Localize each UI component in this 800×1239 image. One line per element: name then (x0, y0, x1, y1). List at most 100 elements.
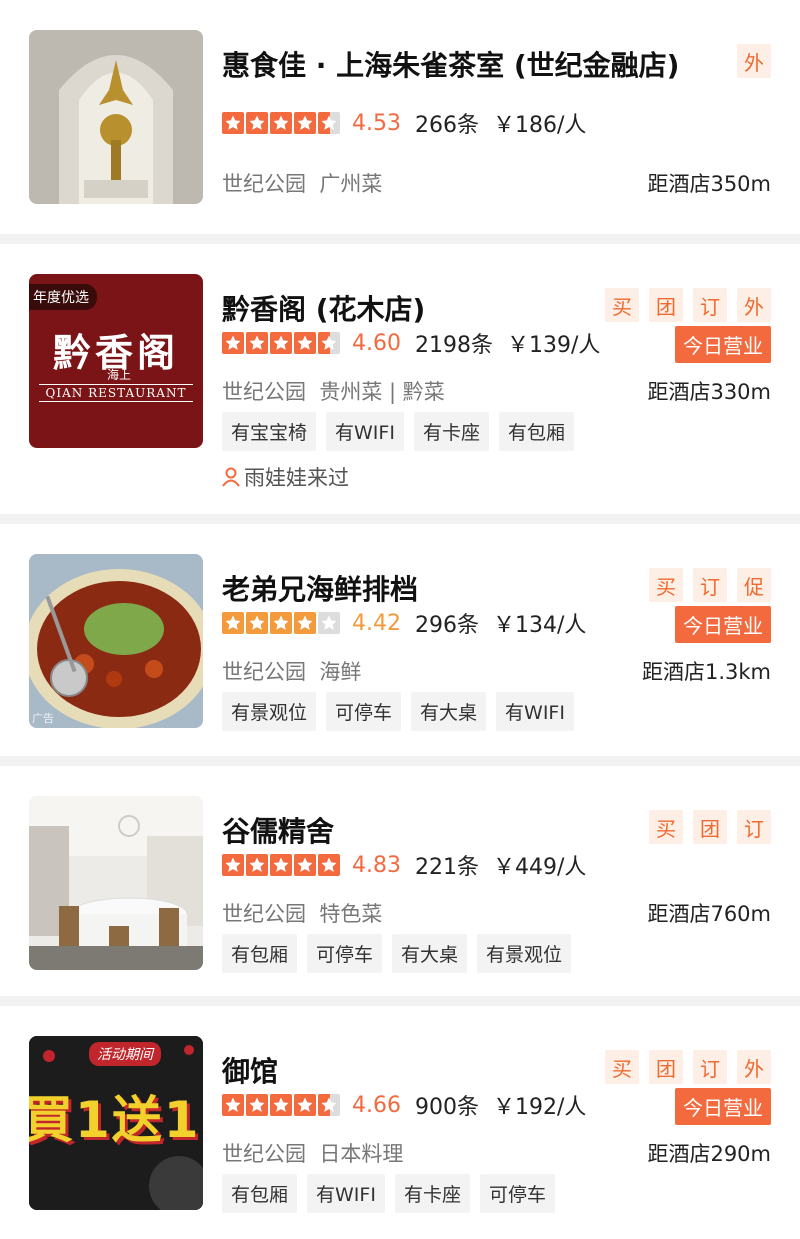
service-badges: 买 团 订 外 (605, 288, 771, 322)
feature-tag: 有景观位 (477, 934, 572, 973)
visited-by: 雨娃娃来过 (222, 462, 349, 492)
star-icon (294, 112, 316, 134)
avg-price: ￥192/人 (492, 1095, 587, 1120)
star-icon (270, 612, 292, 634)
feature-tag: 可停车 (307, 934, 383, 973)
area-label: 世纪公园 (222, 660, 306, 684)
distance-label: 距酒店350m (647, 172, 771, 196)
cuisine-label: 广州菜 (319, 172, 383, 196)
feature-tag: 有WIFI (307, 1174, 385, 1213)
feature-tag: 有宝宝椅 (222, 412, 317, 451)
thumb-logo-sub: 海上 (107, 368, 132, 382)
star-rating (222, 332, 340, 354)
restaurant-thumbnail[interactable]: 广告 (29, 554, 203, 728)
service-badges: 买 团 订 外 (605, 1050, 771, 1084)
restaurant-name[interactable]: 老弟兄海鲜排档 (222, 568, 418, 608)
review-count: 296条 (414, 613, 479, 638)
location-row: 世纪公园 海鲜 (222, 656, 361, 686)
star-icon (246, 332, 268, 354)
avg-price: ￥139/人 (506, 333, 601, 358)
watermark: FLYERT 飞客 (622, 1193, 780, 1218)
star-icon (294, 332, 316, 354)
restaurant-card[interactable]: 惠食佳 · 上海朱雀茶室 (世纪金融店) 外 4.53 266条 ￥186/人 … (0, 0, 800, 234)
rating-row: 4.42 296条 ￥134/人 (222, 608, 586, 638)
buy-badge: 买 (605, 1050, 639, 1084)
star-icon (294, 854, 316, 876)
feature-tags: 有包厢 有WIFI 有卡座 可停车 (222, 1174, 555, 1213)
avg-price: ￥134/人 (492, 613, 587, 638)
visited-label: 雨娃娃来过 (244, 466, 349, 490)
feature-tags: 有宝宝椅 有WIFI 有卡座 有包厢 (222, 412, 574, 451)
thumb-award-label: 年度优选 (29, 284, 97, 310)
buy-badge: 买 (649, 568, 683, 602)
service-badges: 买 订 促 (649, 568, 771, 602)
feature-tag: 有大桌 (392, 934, 468, 973)
open-today-badge: 今日营业 (675, 1088, 771, 1125)
feature-tag: 有包厢 (498, 412, 574, 451)
star-rating (222, 854, 340, 876)
distance-label: 距酒店330m (647, 380, 771, 404)
restaurant-thumbnail[interactable]: 年度优选 黔香阁 海上 QIAN RESTAURANT (29, 274, 203, 448)
feature-tag: 可停车 (326, 692, 402, 731)
feature-tag: 有包厢 (222, 1174, 298, 1213)
restaurant-name[interactable]: 御馆 (222, 1050, 278, 1090)
area-label: 世纪公园 (222, 380, 306, 404)
open-today-badge: 今日营业 (675, 606, 771, 643)
thumb-promo-main: 買1送1 (29, 1091, 201, 1149)
restaurant-thumbnail[interactable] (29, 796, 203, 970)
cuisine-label: 特色菜 (319, 902, 383, 926)
star-icon (246, 854, 268, 876)
star-rating (222, 112, 340, 134)
book-badge: 订 (693, 1050, 727, 1084)
location-row: 世纪公园 日本料理 (222, 1138, 403, 1168)
avg-price: ￥449/人 (492, 855, 587, 880)
distance-label: 距酒店290m (647, 1142, 771, 1166)
location-row: 世纪公园 贵州菜 | 黔菜 (222, 376, 445, 406)
rating-score: 4.53 (352, 110, 401, 136)
star-icon (222, 854, 244, 876)
restaurant-thumbnail[interactable] (29, 30, 203, 204)
takeout-badge: 外 (737, 288, 771, 322)
star-rating (222, 1094, 340, 1116)
star-icon (222, 332, 244, 354)
feature-tag: 有WIFI (496, 692, 574, 731)
group-badge: 团 (649, 1050, 683, 1084)
restaurant-card[interactable]: 广告 老弟兄海鲜排档 买 订 促 4.42 296条 ￥134/人 今日营业 世… (0, 524, 800, 756)
takeout-badge: 外 (737, 44, 771, 78)
avg-price: ￥186/人 (492, 113, 587, 138)
restaurant-thumbnail[interactable]: 活动期间 買1送1 (29, 1036, 203, 1210)
cuisine-label: 日本料理 (319, 1142, 404, 1166)
book-badge: 订 (693, 568, 727, 602)
star-icon (270, 112, 292, 134)
location-row: 世纪公园 广州菜 (222, 168, 382, 198)
distance-label: 距酒店760m (647, 902, 771, 926)
restaurant-name[interactable]: 惠食佳 · 上海朱雀茶室 (世纪金融店) (222, 44, 679, 84)
promo-badge: 促 (737, 568, 771, 602)
thumb-logo-en: QIAN RESTAURANT (39, 384, 193, 402)
review-count: 221条 (414, 855, 479, 880)
rating-score: 4.83 (352, 852, 401, 878)
star-icon (246, 112, 268, 134)
open-today-badge: 今日营业 (675, 326, 771, 363)
empty-star-icon (318, 612, 340, 634)
distance-label: 距酒店1.3km (641, 660, 771, 684)
book-badge: 订 (737, 810, 771, 844)
buy-badge: 买 (605, 288, 639, 322)
restaurant-name[interactable]: 谷儒精舍 (222, 810, 334, 850)
star-icon (222, 112, 244, 134)
restaurant-name[interactable]: 黔香阁 (花木店) (222, 288, 425, 328)
area-label: 世纪公园 (222, 1142, 306, 1166)
service-badges: 买 团 订 (649, 810, 771, 844)
review-count: 900条 (414, 1095, 479, 1120)
feature-tag: 有WIFI (326, 412, 404, 451)
half-star-icon (318, 332, 340, 354)
restaurant-card[interactable]: 谷儒精舍 买 团 订 4.83 221条 ￥449/人 世纪公园 特色菜 距酒店… (0, 766, 800, 996)
area-label: 世纪公园 (222, 172, 306, 196)
location-row: 世纪公园 特色菜 (222, 898, 382, 928)
rating-row: 4.66 900条 ￥192/人 (222, 1090, 586, 1120)
restaurant-card[interactable]: 年度优选 黔香阁 海上 QIAN RESTAURANT 黔香阁 (花木店) 买 … (0, 244, 800, 514)
feature-tag: 有大桌 (411, 692, 487, 731)
star-icon (222, 1094, 244, 1116)
star-icon (270, 1094, 292, 1116)
review-count: 2198条 (414, 333, 493, 358)
